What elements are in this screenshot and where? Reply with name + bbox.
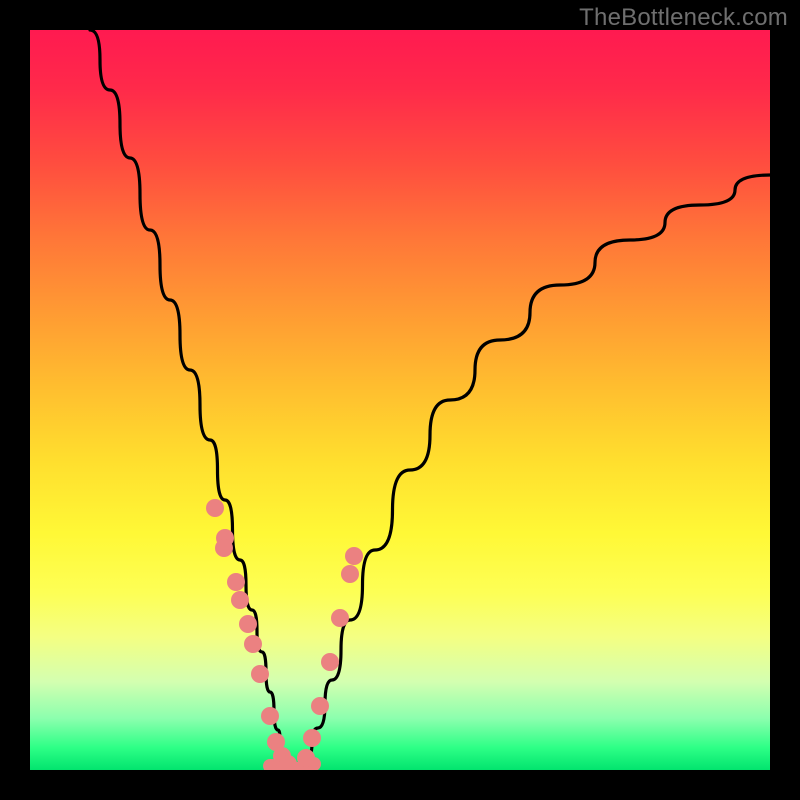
marker-left-markers — [227, 573, 245, 591]
marker-right-markers — [321, 653, 339, 671]
series-right-curve — [298, 175, 770, 768]
marker-right-markers — [331, 609, 349, 627]
marker-right-markers — [303, 729, 321, 747]
chart-svg — [30, 30, 770, 770]
marker-left-markers — [215, 539, 233, 557]
watermark-text: TheBottleneck.com — [579, 4, 788, 32]
chart-stage: TheBottleneck.com — [0, 0, 800, 800]
marker-right-markers — [297, 749, 315, 767]
marker-left-markers — [261, 707, 279, 725]
marker-left-markers — [244, 635, 262, 653]
marker-right-markers — [345, 547, 363, 565]
marker-left-markers — [231, 591, 249, 609]
marker-left-markers — [206, 499, 224, 517]
plot-area — [30, 30, 770, 770]
marker-right-markers — [341, 565, 359, 583]
marker-right-markers — [311, 697, 329, 715]
marker-left-markers — [251, 665, 269, 683]
series-left-curve — [90, 30, 290, 768]
marker-left-markers — [239, 615, 257, 633]
